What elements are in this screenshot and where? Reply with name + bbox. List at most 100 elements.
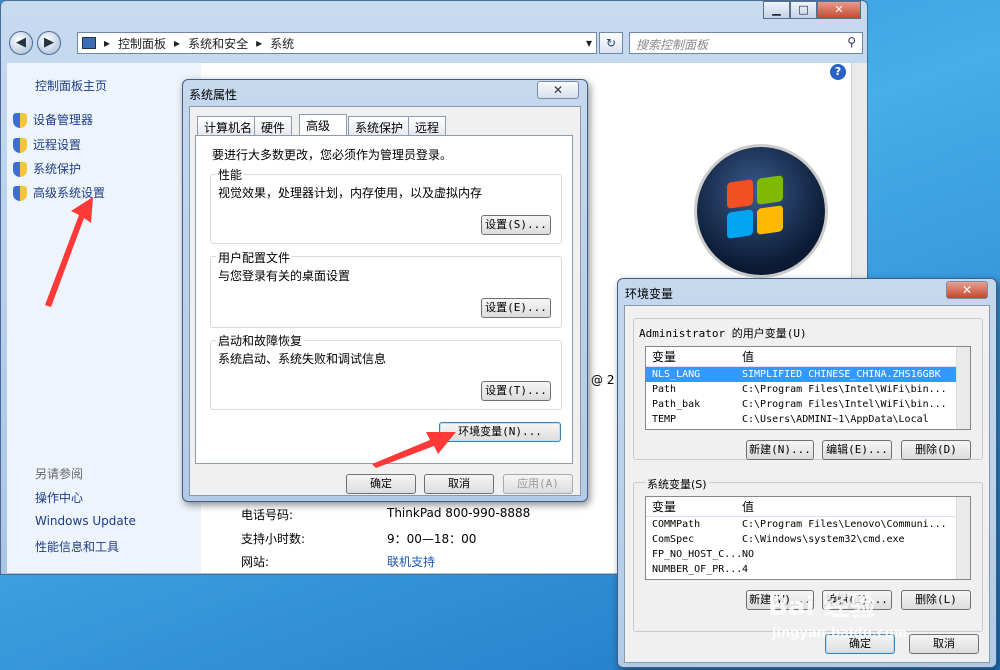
breadcrumb-system[interactable]: 系统	[270, 35, 294, 52]
group-desc: 视觉效果，处理器计划，内存使用，以及虚拟内存	[218, 186, 483, 200]
search-icon[interactable]: ⚲	[847, 35, 856, 49]
tab-panel-advanced: 要进行大多数更改，您必须作为管理员登录。 性能 视觉效果，处理器计划，内存使用，…	[195, 135, 573, 464]
variable-name: NLS_LANG	[652, 369, 701, 380]
sidebar-item-label: 远程设置	[33, 138, 82, 152]
admin-note: 要进行大多数更改，您必须作为管理员登录。	[212, 148, 453, 162]
user-variables-list[interactable]: 变量 值 NLS_LANG SIMPLIFIED CHINESE_CHINA.ZH…	[645, 346, 971, 430]
copyright-fragment: @ 2	[591, 373, 615, 387]
variable-value: C:\Program Files\Lenovo\Communi...	[742, 519, 947, 530]
see-also-performance[interactable]: 性能信息和工具	[35, 538, 119, 555]
shield-icon	[13, 113, 27, 128]
see-also-heading: 另请参阅	[35, 467, 84, 481]
tab-advanced[interactable]: 高级	[299, 114, 347, 136]
scrollbar[interactable]	[956, 347, 970, 429]
ok-button[interactable]: 确定	[346, 474, 416, 494]
table-row[interactable]: Path C:\Program Files\Intel\WiFi\bin...	[646, 382, 970, 397]
sidebar: 控制面板主页 设备管理器 远程设置 系统保护 高级系统设置 另请参阅 操作中心 …	[7, 63, 201, 573]
back-button[interactable]: ◀	[9, 31, 33, 55]
variable-name: TEMP	[652, 414, 677, 425]
shield-icon	[13, 138, 27, 153]
computer-icon	[82, 37, 96, 49]
system-variables-heading: 系统变量(S)	[645, 476, 709, 492]
cancel-button[interactable]: 取消	[909, 634, 979, 654]
column-header-value[interactable]: 值	[742, 347, 970, 366]
tab-remote[interactable]: 远程	[408, 116, 447, 136]
support-phone-value: ThinkPad 800-990-8888	[387, 506, 531, 520]
dialog-title: 系统属性	[189, 88, 238, 102]
chevron-right-icon: ▸	[256, 36, 263, 50]
table-row[interactable]: COMMPath C:\Program Files\Lenovo\Communi.…	[646, 517, 970, 532]
red-arrow-annotation	[41, 195, 101, 307]
system-delete-button[interactable]: 删除(L)	[901, 590, 971, 610]
sidebar-item-device-manager[interactable]: 设备管理器	[13, 111, 93, 128]
search-input[interactable]: 搜索控制面板 ⚲	[629, 32, 863, 54]
chevron-down-icon[interactable]: ▾	[586, 36, 592, 50]
performance-settings-button[interactable]: 设置(S)...	[481, 215, 551, 235]
table-row[interactable]: NUMBER_OF_PR... 4	[646, 562, 970, 577]
apply-button[interactable]: 应用(A)	[503, 474, 573, 494]
forward-button[interactable]: ▶	[37, 31, 61, 55]
close-button[interactable]: ✕	[537, 81, 579, 99]
table-row[interactable]: NLS_LANG SIMPLIFIED CHINESE_CHINA.ZHS16GB…	[646, 367, 970, 382]
sidebar-item-label: 设备管理器	[33, 113, 94, 127]
variable-value: C:\Program Files\Intel\WiFi\bin...	[742, 384, 947, 395]
column-header-variable[interactable]: 变量	[646, 497, 742, 516]
group-title: 性能	[216, 166, 245, 183]
user-edit-button[interactable]: 编辑(E)...	[822, 440, 892, 460]
sidebar-home-link[interactable]: 控制面板主页	[35, 77, 107, 94]
breadcrumb-control-panel[interactable]: 控制面板	[118, 35, 166, 52]
red-arrow-annotation	[372, 432, 456, 468]
column-header-value[interactable]: 值	[742, 497, 970, 516]
search-placeholder: 搜索控制面板	[636, 38, 709, 52]
support-website-label: 网站:	[241, 555, 270, 569]
breadcrumb-security[interactable]: 系统和安全	[188, 35, 248, 52]
tab-system-protection[interactable]: 系统保护	[348, 116, 411, 136]
close-window-button[interactable]: ✕	[817, 1, 861, 19]
variable-value: C:\Users\ADMINI~1\AppData\Local	[742, 414, 929, 425]
group-title: 用户配置文件	[216, 249, 293, 266]
watermark-url: jingyan.baidu.com	[772, 626, 908, 641]
variable-value: 4	[742, 564, 749, 575]
close-button[interactable]: ✕	[946, 281, 988, 299]
profile-settings-button[interactable]: 设置(E)...	[481, 298, 551, 318]
startup-settings-button[interactable]: 设置(T)...	[481, 381, 551, 401]
table-row[interactable]: FP_NO_HOST_C... NO	[646, 547, 970, 562]
window-caption-buttons: ▁ □ ✕	[763, 1, 861, 19]
tab-computer-name[interactable]: 计算机名	[197, 116, 260, 136]
table-row[interactable]: ComSpec C:\Windows\system32\cmd.exe	[646, 532, 970, 547]
user-new-button[interactable]: 新建(N)...	[746, 440, 814, 460]
variable-value: SIMPLIFIED CHINESE_CHINA.ZHS16GBK	[742, 369, 941, 380]
list-header: 变量 值	[646, 347, 970, 367]
variable-name: Path	[652, 384, 677, 395]
group-desc: 与您登录有关的桌面设置	[218, 269, 351, 283]
system-variables-list[interactable]: 变量 值 COMMPath C:\Program Files\Lenovo\Com…	[645, 496, 971, 580]
help-icon[interactable]: ?	[830, 64, 846, 80]
cancel-button[interactable]: 取消	[424, 474, 494, 494]
minimize-button[interactable]: ▁	[763, 1, 790, 19]
tab-hardware[interactable]: 硬件	[254, 116, 293, 136]
table-row[interactable]: TEMP C:\Users\ADMINI~1\AppData\Local	[646, 412, 970, 427]
scrollbar[interactable]	[956, 497, 970, 579]
sidebar-item-protection[interactable]: 系统保护	[13, 160, 81, 177]
shield-icon	[13, 162, 27, 177]
variable-name: ComSpec	[652, 534, 695, 545]
support-website-link[interactable]: 联机支持	[387, 553, 435, 570]
user-delete-button[interactable]: 删除(D)	[901, 440, 971, 460]
column-header-variable[interactable]: 变量	[646, 347, 742, 366]
variable-name: FP_NO_HOST_C...	[652, 549, 742, 560]
see-also-windows-update[interactable]: Windows Update	[35, 514, 136, 528]
dialog-title: 环境变量	[625, 287, 674, 301]
variable-name: Path_bak	[652, 399, 701, 410]
maximize-button[interactable]: □	[790, 1, 817, 19]
shield-icon	[13, 186, 27, 201]
see-also-action-center[interactable]: 操作中心	[35, 489, 83, 506]
list-header: 变量 值	[646, 497, 970, 517]
table-row[interactable]: Path_bak C:\Program Files\Intel\WiFi\bin.…	[646, 397, 970, 412]
sidebar-item-remote[interactable]: 远程设置	[13, 136, 81, 153]
group-title: 启动和故障恢复	[216, 332, 305, 349]
variable-name: NUMBER_OF_PR...	[652, 564, 742, 575]
refresh-icon[interactable]: ↻	[599, 32, 623, 54]
baidu-logo-watermark: Bai 经验	[768, 592, 876, 622]
address-bar[interactable]: ▸ 控制面板 ▸ 系统和安全 ▸ 系统 ▾	[77, 32, 597, 54]
user-variables-heading: Administrator 的用户变量(U)	[637, 325, 809, 341]
